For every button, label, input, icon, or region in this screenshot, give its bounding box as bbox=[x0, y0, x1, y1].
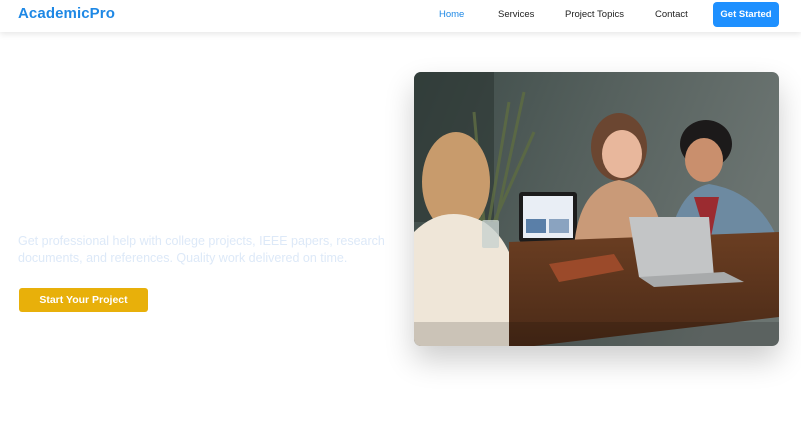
brand-logo[interactable]: AcademicPro bbox=[18, 5, 115, 22]
start-project-button[interactable]: Start Your Project bbox=[19, 288, 148, 312]
nav-contact[interactable]: Contact bbox=[655, 9, 688, 20]
nav-project-topics[interactable]: Project Topics bbox=[565, 9, 624, 20]
students-laptops-photo bbox=[414, 72, 779, 346]
nav-home[interactable]: Home bbox=[439, 9, 464, 20]
hero-description: Get professional help with college proje… bbox=[18, 234, 385, 265]
hero-image bbox=[414, 72, 779, 346]
get-started-button[interactable]: Get Started bbox=[713, 2, 779, 27]
top-navbar: AcademicPro Home Services Project Topics… bbox=[0, 0, 801, 32]
nav-services[interactable]: Services bbox=[498, 9, 534, 20]
